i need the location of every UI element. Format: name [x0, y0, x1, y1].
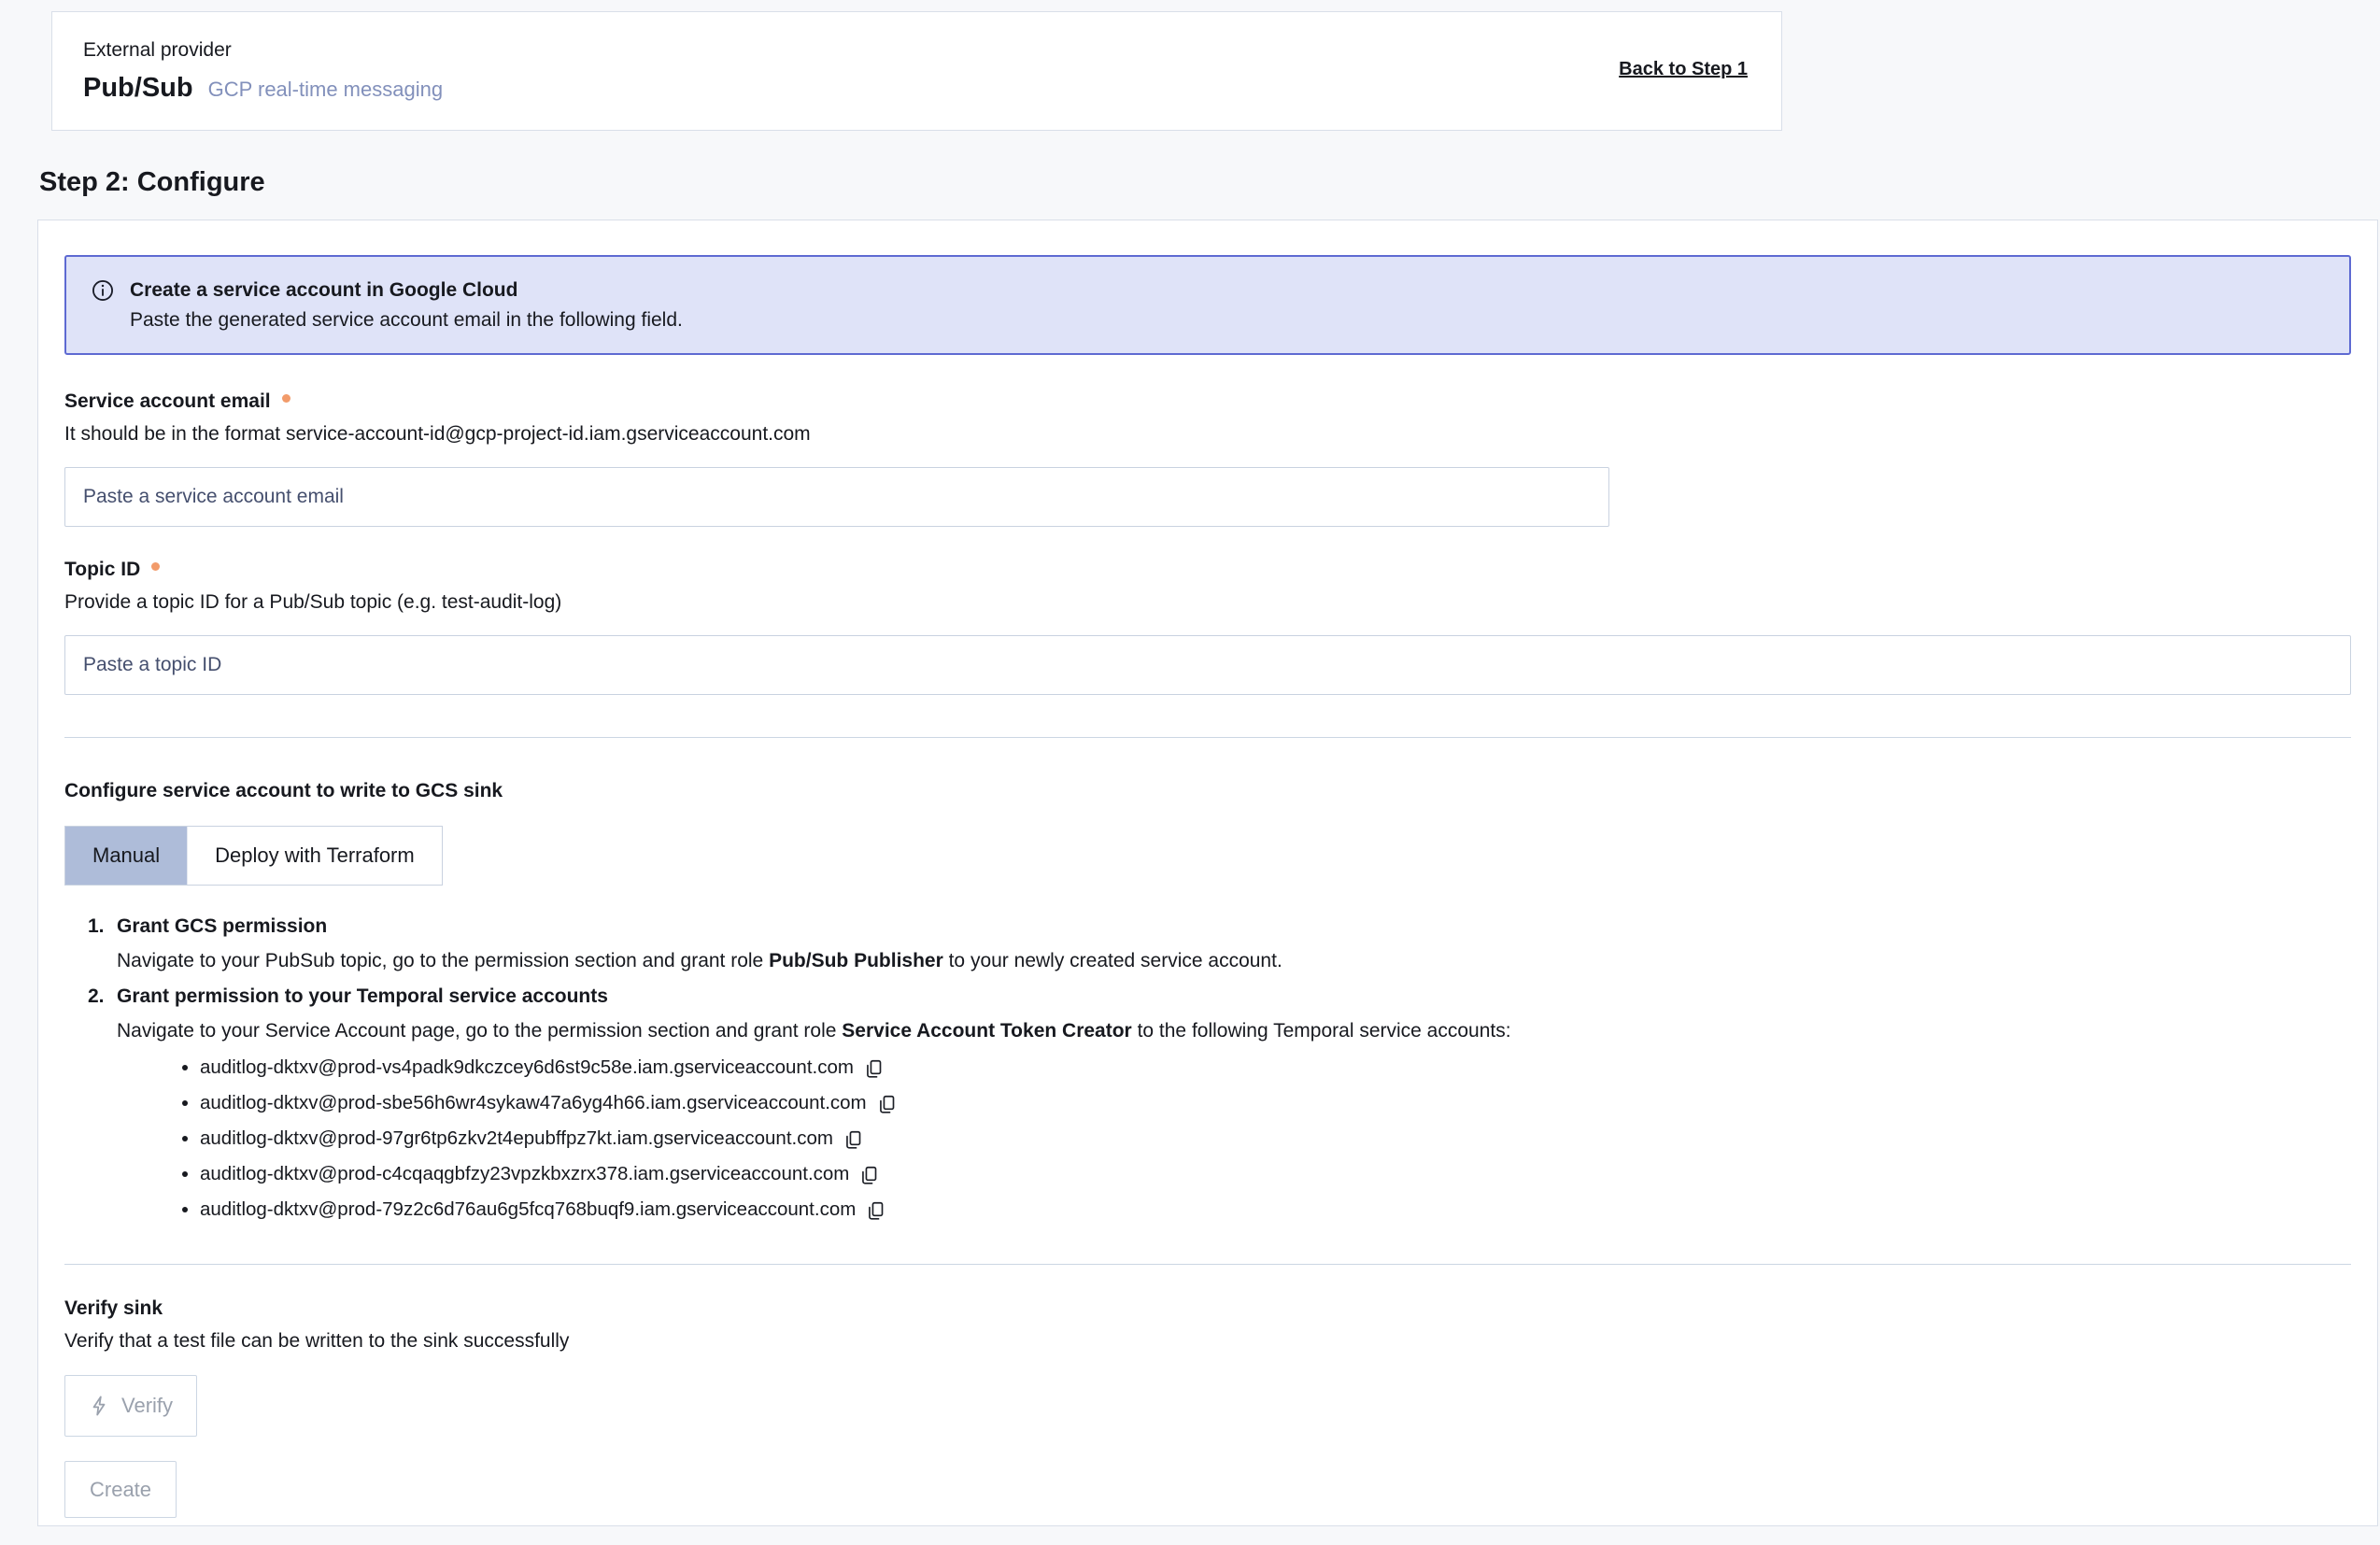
list-item: auditlog-dktxv@prod-97gr6tp6zkv2t4epubff…: [200, 1127, 2351, 1151]
service-account-email-label: Service account email: [64, 390, 271, 414]
copy-icon[interactable]: [866, 1200, 885, 1222]
provider-card: External provider Pub/Sub GCP real-time …: [51, 11, 1782, 131]
topic-id-field-group: Topic ID Provide a topic ID for a Pub/Su…: [64, 558, 2351, 695]
topic-id-label: Topic ID: [64, 558, 140, 582]
step-1-body-prefix: Navigate to your PubSub topic, go to the…: [117, 950, 769, 971]
info-icon: [91, 278, 115, 333]
back-to-step-1-link[interactable]: Back to Step 1: [1619, 59, 1748, 80]
service-account-email: auditlog-dktxv@prod-97gr6tp6zkv2t4epubff…: [200, 1127, 833, 1151]
verify-button-label: Verify: [121, 1394, 173, 1418]
step-1-number: 1.: [88, 914, 117, 940]
service-account-email-helper: It should be in the format service-accou…: [64, 422, 2351, 446]
copy-icon[interactable]: [859, 1165, 879, 1186]
service-account-email: auditlog-dktxv@prod-c4cqaqgbfzy23vpzkbxz…: [200, 1162, 849, 1186]
service-account-email-input[interactable]: [64, 467, 1609, 527]
info-banner-body: Paste the generated service account emai…: [130, 306, 683, 333]
step-2-body-role: Service Account Token Creator: [842, 1020, 1131, 1042]
topic-id-label-row: Topic ID: [64, 558, 2351, 582]
provider-subtitle: GCP real-time messaging: [208, 78, 443, 102]
configure-tab-group: Manual Deploy with Terraform: [64, 826, 443, 886]
required-indicator: [282, 394, 290, 403]
service-account-email: auditlog-dktxv@prod-vs4padk9dkczcey6d6st…: [200, 1056, 854, 1080]
info-banner-text: Create a service account in Google Cloud…: [130, 276, 683, 333]
info-banner: Create a service account in Google Cloud…: [64, 255, 2351, 355]
service-account-email-label-row: Service account email: [64, 390, 2351, 414]
verify-button[interactable]: Verify: [64, 1375, 197, 1437]
info-banner-title: Create a service account in Google Cloud: [130, 276, 683, 304]
step-1: 1. Grant GCS permission Navigate to your…: [88, 914, 2351, 974]
create-button[interactable]: Create: [64, 1461, 177, 1518]
step-1-title: Grant GCS permission: [117, 914, 327, 940]
tab-deploy-with-terraform[interactable]: Deploy with Terraform: [187, 827, 442, 885]
manual-steps-list: 1. Grant GCS permission Navigate to your…: [64, 914, 2351, 1222]
step-2: 2. Grant permission to your Temporal ser…: [88, 984, 2351, 1044]
topic-id-input[interactable]: [64, 635, 2351, 695]
divider: [64, 1264, 2351, 1265]
bolt-icon: [89, 1395, 109, 1417]
topic-id-helper: Provide a topic ID for a Pub/Sub topic (…: [64, 590, 2351, 615]
step-1-title-row: 1. Grant GCS permission: [88, 914, 2351, 940]
configure-section-heading: Configure service account to write to GC…: [64, 779, 2351, 803]
copy-icon[interactable]: [843, 1129, 863, 1151]
list-item: auditlog-dktxv@prod-sbe56h6wr4sykaw47a6y…: [200, 1091, 2351, 1115]
temporal-service-accounts-list: auditlog-dktxv@prod-vs4padk9dkczcey6d6st…: [88, 1056, 2351, 1222]
step-2-title: Grant permission to your Temporal servic…: [117, 984, 608, 1010]
step-2-number: 2.: [88, 984, 117, 1010]
step-2-body-prefix: Navigate to your Service Account page, g…: [117, 1020, 842, 1042]
step-2-body-suffix: to the following Temporal service accoun…: [1132, 1020, 1511, 1042]
configure-card: Create a service account in Google Cloud…: [37, 220, 2378, 1526]
required-indicator: [151, 562, 160, 571]
page: External provider Pub/Sub GCP real-time …: [0, 11, 2380, 1526]
step-1-body-suffix: to your newly created service account.: [943, 950, 1282, 971]
step-2-body: Navigate to your Service Account page, g…: [117, 1018, 2351, 1044]
list-item: auditlog-dktxv@prod-c4cqaqgbfzy23vpzkbxz…: [200, 1162, 2351, 1186]
step-2-title-row: 2. Grant permission to your Temporal ser…: [88, 984, 2351, 1010]
list-item: auditlog-dktxv@prod-79z2c6d76au6g5fcq768…: [200, 1198, 2351, 1222]
verify-sink-heading: Verify sink: [64, 1296, 2351, 1322]
verify-sink-helper: Verify that a test file can be written t…: [64, 1328, 2351, 1354]
tab-manual[interactable]: Manual: [65, 827, 187, 885]
page-title: Step 2: Configure: [39, 168, 2380, 196]
copy-icon[interactable]: [877, 1094, 897, 1115]
service-account-email: auditlog-dktxv@prod-sbe56h6wr4sykaw47a6y…: [200, 1091, 867, 1115]
list-item: auditlog-dktxv@prod-vs4padk9dkczcey6d6st…: [200, 1056, 2351, 1080]
provider-info: External provider Pub/Sub GCP real-time …: [83, 38, 443, 104]
copy-icon[interactable]: [864, 1058, 884, 1080]
provider-name: Pub/Sub: [83, 72, 193, 104]
provider-label: External provider: [83, 38, 443, 63]
service-account-email-field-group: Service account email It should be in th…: [64, 390, 2351, 527]
step-1-body: Navigate to your PubSub topic, go to the…: [117, 948, 2351, 974]
divider: [64, 737, 2351, 738]
step-1-body-role: Pub/Sub Publisher: [769, 950, 943, 971]
provider-title-row: Pub/Sub GCP real-time messaging: [83, 72, 443, 104]
service-account-email: auditlog-dktxv@prod-79z2c6d76au6g5fcq768…: [200, 1198, 856, 1222]
